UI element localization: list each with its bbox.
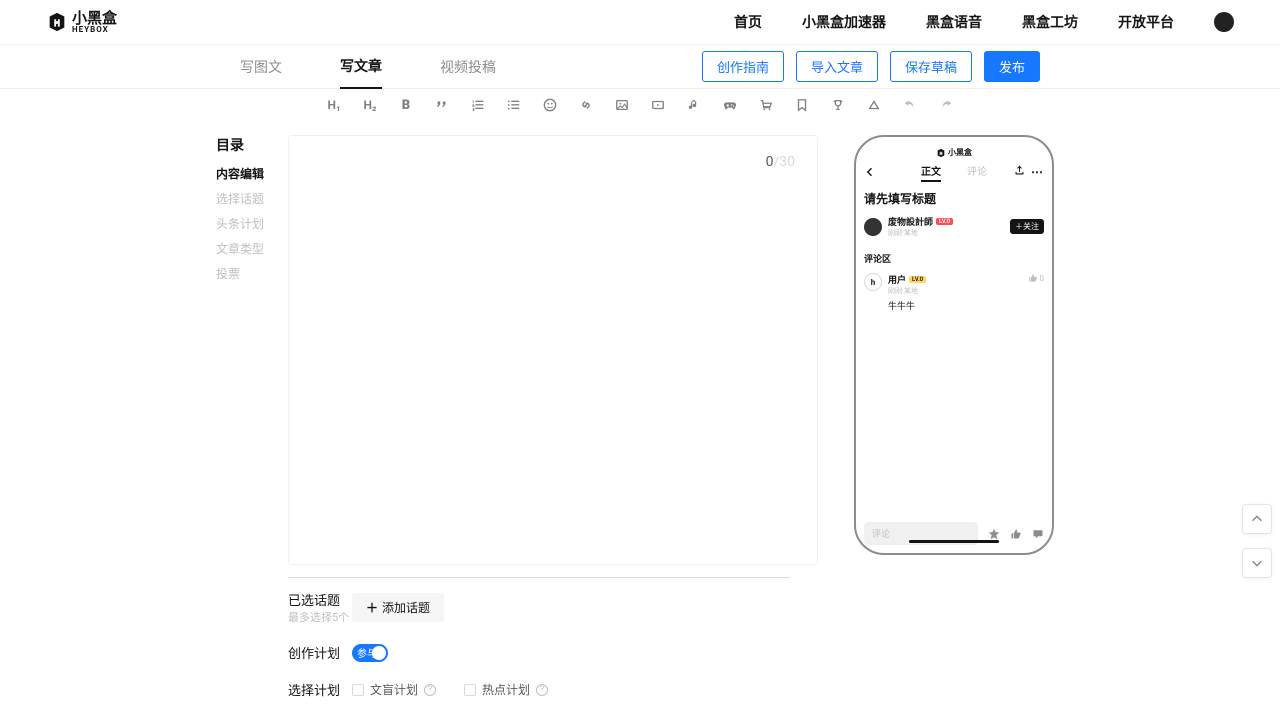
follow-button[interactable]: ＋关注 <box>1010 219 1044 234</box>
user-avatar[interactable] <box>1214 12 1234 32</box>
scroll-down-button[interactable] <box>1242 548 1272 578</box>
home-indicator <box>909 540 999 543</box>
heybox-logo-icon <box>936 148 946 158</box>
brand-sub: HEYBOX <box>72 26 117 34</box>
preview-brand: 小黑盒 <box>864 147 1044 158</box>
settings-panel: 已选话题 最多选择5个 ＋ 添加话题 创作计划 参与 选择计划 文盲计划 <box>288 590 818 699</box>
star-icon[interactable] <box>988 528 1000 540</box>
h1-icon[interactable]: H₁ <box>325 96 343 114</box>
divider <box>288 577 790 578</box>
tab-video[interactable]: 视频投稿 <box>440 45 496 89</box>
more-icon[interactable]: ⋯ <box>1031 165 1044 179</box>
link-icon[interactable] <box>577 96 595 114</box>
music-icon[interactable] <box>685 96 703 114</box>
toc-item-edit[interactable]: 内容编辑 <box>216 165 264 182</box>
author-meta: 刚刚·某地 <box>888 228 1010 238</box>
scroll-buttons <box>1242 504 1272 578</box>
tab-image[interactable]: 写图文 <box>240 45 282 89</box>
toc-item-vote[interactable]: 投票 <box>216 265 264 282</box>
nav-open[interactable]: 开放平台 <box>1118 12 1174 32</box>
toc-item-topic[interactable]: 选择话题 <box>216 190 264 207</box>
plan-toggle[interactable]: 参与 <box>352 644 388 662</box>
toc-title: 目录 <box>216 135 264 155</box>
select-plan-label: 选择计划 <box>288 680 352 699</box>
comment-meta: 刚刚·某地 <box>888 286 1028 296</box>
bold-icon[interactable]: B <box>397 96 415 114</box>
shop-icon[interactable] <box>757 96 775 114</box>
add-topic-button[interactable]: ＋ 添加话题 <box>352 593 444 622</box>
guide-button[interactable]: 创作指南 <box>702 51 784 82</box>
h2-icon[interactable]: H₂ <box>361 96 379 114</box>
author-name[interactable]: 废物設計師 <box>888 215 933 228</box>
toc-item-headline[interactable]: 头条计划 <box>216 215 264 232</box>
selected-topic-label: 已选话题 <box>288 590 352 609</box>
unordered-list-icon[interactable] <box>505 96 523 114</box>
preview-panel: 小黑盒 正文 评论 ⋯ 请先填写标题 <box>854 135 1054 717</box>
nav-voice[interactable]: 黑盒语音 <box>926 12 982 32</box>
comment-avatar[interactable]: h <box>864 273 882 291</box>
selected-topic-hint: 最多选择5个 <box>288 609 352 625</box>
author-badge: LV.0 <box>936 218 953 225</box>
share-icon[interactable] <box>1014 165 1025 179</box>
ordered-list-icon[interactable] <box>469 96 487 114</box>
heybox-logo-icon <box>46 11 68 33</box>
image-icon[interactable] <box>613 96 631 114</box>
comment-badge: LV.0 <box>909 276 926 283</box>
video-icon[interactable] <box>649 96 667 114</box>
preview-tab-comments[interactable]: 评论 <box>967 163 987 182</box>
like-button[interactable]: 0 <box>1028 273 1045 283</box>
phone-frame: 小黑盒 正文 评论 ⋯ 请先填写标题 <box>854 135 1054 555</box>
triangle-icon[interactable] <box>865 96 883 114</box>
brand-logo[interactable]: 小黑盒 HEYBOX <box>46 11 117 34</box>
back-icon[interactable] <box>864 166 878 178</box>
plan-label: 创作计划 <box>288 643 352 662</box>
preview-tab-body[interactable]: 正文 <box>921 163 941 182</box>
redo-icon[interactable] <box>937 96 955 114</box>
draft-button[interactable]: 保存草稿 <box>890 51 972 82</box>
topbar: 小黑盒 HEYBOX 首页 小黑盒加速器 黑盒语音 黑盒工坊 开放平台 <box>0 0 1280 45</box>
editor-toolbar: H₁ H₂ B <box>0 89 1280 115</box>
chat-icon[interactable] <box>1032 528 1044 540</box>
quote-icon[interactable] <box>433 96 451 114</box>
game-icon[interactable] <box>721 96 739 114</box>
comment-username[interactable]: 用户 <box>888 273 906 286</box>
nav-accelerator[interactable]: 小黑盒加速器 <box>802 12 886 32</box>
nav-home[interactable]: 首页 <box>734 12 762 32</box>
comments-section-title: 评论区 <box>864 252 1044 265</box>
toc-sidebar: 目录 内容编辑 选择话题 头条计划 文章类型 投票 <box>216 135 264 717</box>
plan-option-literacy[interactable]: 文盲计划 ? <box>352 681 436 698</box>
content-tabbar: 写图文 写文章 视频投稿 创作指南 导入文章 保存草稿 发布 <box>0 45 1280 89</box>
plan-option-hot[interactable]: 热点计划 ? <box>464 681 548 698</box>
tab-article[interactable]: 写文章 <box>340 45 382 89</box>
author-avatar[interactable] <box>864 218 882 236</box>
info-icon[interactable]: ? <box>536 684 548 696</box>
trophy-icon[interactable] <box>829 96 847 114</box>
top-nav: 首页 小黑盒加速器 黑盒语音 黑盒工坊 开放平台 <box>734 12 1234 32</box>
comment-text: 牛牛牛 <box>888 299 1028 312</box>
import-button[interactable]: 导入文章 <box>796 51 878 82</box>
emoji-icon[interactable] <box>541 96 559 114</box>
nav-workshop[interactable]: 黑盒工坊 <box>1022 12 1078 32</box>
info-icon[interactable]: ? <box>424 684 436 696</box>
publish-button[interactable]: 发布 <box>984 51 1040 82</box>
editor-area[interactable]: 0/30 <box>288 135 818 565</box>
brand-name: 小黑盒 <box>72 11 117 26</box>
preview-title: 请先填写标题 <box>864 190 1044 207</box>
toc-item-type[interactable]: 文章类型 <box>216 240 264 257</box>
undo-icon[interactable] <box>901 96 919 114</box>
thumb-icon[interactable] <box>1010 528 1022 540</box>
scroll-up-button[interactable] <box>1242 504 1272 534</box>
char-counter: 0/30 <box>766 154 795 170</box>
bookmark-icon[interactable] <box>793 96 811 114</box>
